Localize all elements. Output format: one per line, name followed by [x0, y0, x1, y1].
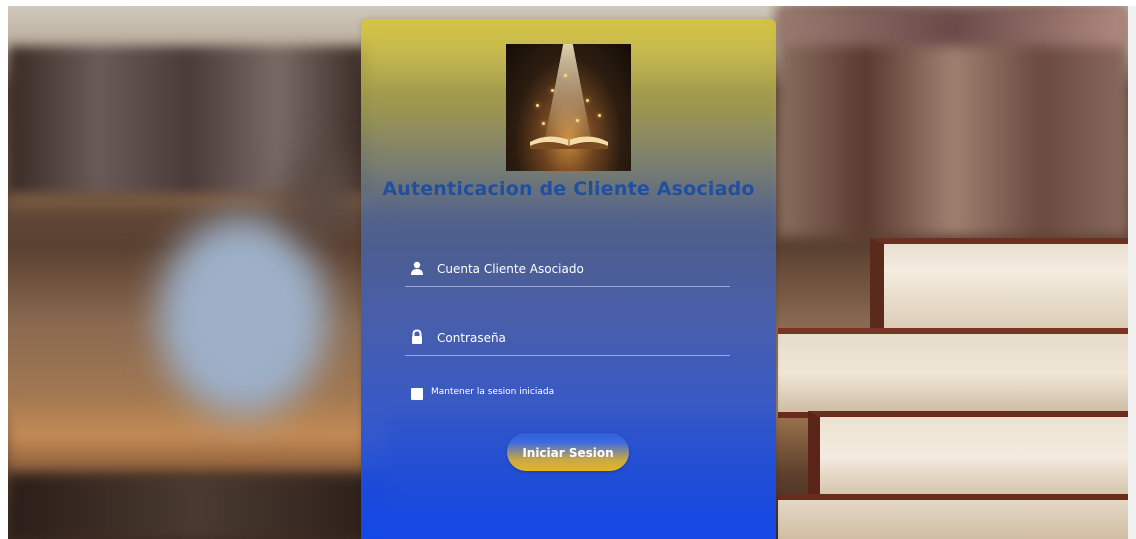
- remember-checkbox[interactable]: [411, 388, 423, 400]
- person-blur: [158, 216, 328, 416]
- username-field: [405, 252, 730, 287]
- remember-label: Mantener la sesion iniciada: [431, 387, 555, 397]
- password-input[interactable]: [435, 326, 729, 350]
- person-head-blur: [288, 156, 358, 236]
- glowing-book-icon: [506, 44, 631, 171]
- page-scrollbar[interactable]: [1128, 6, 1136, 539]
- bookshelf-top: [778, 6, 1128, 46]
- viewport: Autenticacion de Cliente Asociado Man: [0, 0, 1136, 539]
- desk: [8, 401, 388, 471]
- login-card: Autenticacion de Cliente Asociado Man: [361, 19, 776, 539]
- lock-icon: [409, 329, 425, 345]
- user-icon: [409, 260, 425, 276]
- page-title: Autenticacion de Cliente Asociado: [382, 178, 755, 200]
- password-field: [405, 321, 730, 356]
- login-button[interactable]: Iniciar Sesion: [507, 433, 629, 471]
- username-input[interactable]: [435, 257, 729, 281]
- desk-front: [8, 476, 388, 539]
